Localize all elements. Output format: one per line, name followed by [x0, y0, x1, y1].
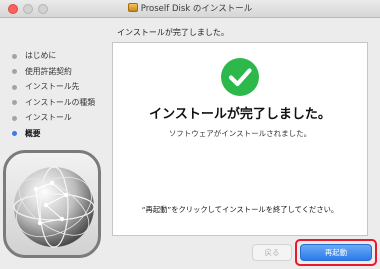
package-icon: [127, 3, 138, 12]
restart-instruction: “再起動”をクリックしてインストールを終了してください。: [141, 205, 339, 214]
step-bullet-icon: [12, 115, 17, 121]
completion-submessage: ソフトウェアがインストールされました。: [168, 129, 312, 138]
step-label: インストール先: [25, 82, 80, 91]
step-bullet-icon: [12, 53, 17, 59]
back-button: 戻る: [252, 244, 292, 261]
step-label: 使用許諾契約: [25, 66, 72, 76]
step-installation-type: インストールの種類: [10, 95, 110, 111]
step-summary: 概要: [10, 126, 110, 142]
step-destination: インストール先: [10, 79, 110, 95]
installer-steps-sidebar: はじめに 使用許諾契約 インストール先 インストールの種類 インストール 概要: [10, 48, 110, 141]
summary-panel: インストールが完了しました。 ソフトウェアがインストールされました。 “再起動”…: [112, 42, 368, 236]
checkmark-icon: [228, 68, 252, 87]
step-installation: インストール: [10, 110, 110, 126]
globe-illustration: [3, 150, 101, 258]
page-header: インストールが完了しました。: [117, 28, 229, 37]
window-titlebar: Proself Disk のインストール: [0, 0, 380, 18]
step-introduction: はじめに: [10, 48, 110, 64]
step-bullet-icon: [12, 100, 17, 105]
step-bullet-icon: [12, 69, 17, 74]
step-label: はじめに: [25, 51, 57, 60]
window-title-group: Proself Disk のインストール: [0, 2, 380, 14]
check-circle-icon: [221, 58, 259, 96]
step-label: インストールの種類: [25, 97, 96, 107]
completion-message: インストールが完了しました。: [149, 107, 331, 122]
step-license: 使用許諾契約: [10, 64, 110, 80]
restart-button[interactable]: 再起動: [300, 244, 372, 261]
step-bullet-icon: [12, 84, 17, 90]
step-label: インストール: [25, 113, 72, 122]
window-title: Proself Disk のインストール: [140, 4, 253, 14]
globe-icon: [13, 166, 95, 248]
step-bullet-active-icon: [12, 131, 17, 136]
step-label: 概要: [25, 128, 41, 138]
